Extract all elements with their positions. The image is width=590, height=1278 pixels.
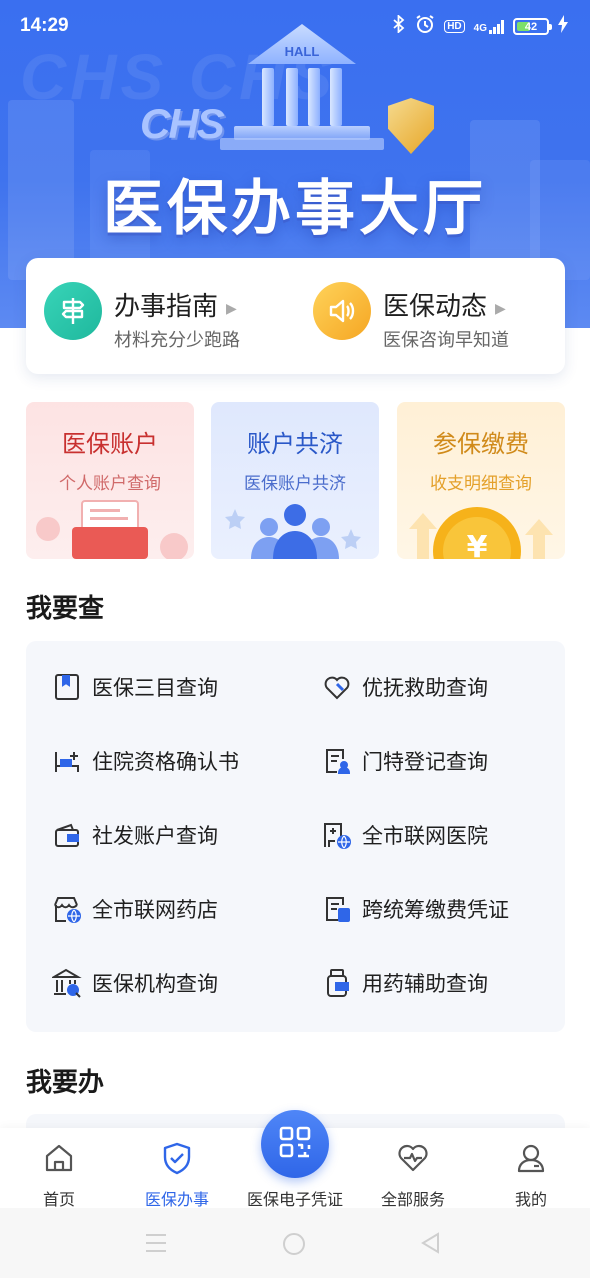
back-key-icon[interactable] <box>420 1232 440 1259</box>
tab-label: 全部服务 <box>380 1192 445 1209</box>
speaker-icon <box>313 282 371 340</box>
heart-pulse-icon <box>358 1138 468 1178</box>
wallet-card-illustration <box>36 500 188 559</box>
chevron-right-icon: ▶ <box>495 299 506 316</box>
hospital-bed-icon <box>52 746 82 776</box>
tab-home[interactable]: 首页 <box>4 1138 114 1210</box>
charging-icon <box>558 15 568 38</box>
feature-card-account[interactable]: 医保账户 个人账户查询 <box>26 402 194 559</box>
wallet-icon <box>52 820 82 850</box>
institution-search-icon <box>52 968 82 998</box>
tab-medical-affairs[interactable]: 医保办事 <box>122 1138 232 1210</box>
news-entry[interactable]: 医保动态 ▶ 医保咨询早知道 <box>313 282 563 352</box>
query-item-social-account[interactable]: 社发账户查询 <box>52 818 218 852</box>
feature-card-mutual[interactable]: 账户共济 医保账户共济 <box>211 402 379 559</box>
hd-badge: HD <box>444 20 465 33</box>
payment-voucher-icon <box>322 894 352 924</box>
chs-logo: CHS <box>140 100 225 147</box>
shield-icon <box>388 98 434 154</box>
alarm-icon <box>415 14 435 39</box>
chevron-right-icon: ▶ <box>226 299 237 316</box>
shield-check-icon <box>122 1138 232 1178</box>
pharmacy-network-icon <box>52 894 82 924</box>
feature-title: 医保账户 <box>62 431 158 458</box>
feature-subtitle: 个人账户查询 <box>59 474 161 493</box>
news-subtitle: 医保咨询早知道 <box>383 330 509 350</box>
tab-e-voucher[interactable] <box>261 1110 329 1178</box>
query-item-three-catalog[interactable]: 医保三目查询 <box>52 670 218 704</box>
query-item-medication[interactable]: 用药辅助查询 <box>322 966 488 1000</box>
query-panel: 医保三目查询 优抚救助查询 住院资格确认书 门特登记查询 社发账户查询 全市联网… <box>26 641 565 1032</box>
guide-entry[interactable]: 办事指南 ▶ 材料充分少跑路 <box>44 282 294 352</box>
query-item-institution[interactable]: 医保机构查询 <box>52 966 218 1000</box>
query-item-cross-voucher[interactable]: 跨统筹缴费凭证 <box>322 892 509 926</box>
bookmark-doc-icon <box>52 672 82 702</box>
do-section-title: 我要办 <box>26 1067 105 1097</box>
network-type: 4G <box>473 22 487 34</box>
battery-level: 42 <box>524 20 538 33</box>
tab-all-services[interactable]: 全部服务 <box>358 1138 468 1210</box>
query-item-network-hospital[interactable]: 全市联网医院 <box>322 818 488 852</box>
query-section-title: 我要查 <box>26 593 105 623</box>
news-title: 医保动态 <box>383 291 488 321</box>
hospital-network-icon <box>322 820 352 850</box>
home-icon <box>4 1138 114 1178</box>
guide-subtitle: 材料充分少跑路 <box>114 330 240 350</box>
feature-card-payment[interactable]: 参保缴费 收支明细查询 ¥ <box>397 402 565 559</box>
tab-mine[interactable]: 我的 <box>476 1138 586 1210</box>
register-doc-icon <box>322 746 352 776</box>
feature-title: 参保缴费 <box>433 431 529 458</box>
signal-icon: 4G <box>473 19 504 34</box>
tab-label: 首页 <box>42 1192 75 1209</box>
feature-title: 账户共济 <box>247 431 343 458</box>
coin-illustration: ¥ <box>409 507 553 559</box>
query-item-outpatient[interactable]: 门特登记查询 <box>322 744 488 778</box>
hero-title: 医保办事大厅 <box>103 175 487 242</box>
query-item-network-pharmacy[interactable]: 全市联网药店 <box>52 892 218 926</box>
heart-hand-icon <box>322 672 352 702</box>
tab-label: 医保办事 <box>144 1192 209 1209</box>
bluetooth-icon <box>392 13 406 38</box>
svg-text:¥: ¥ <box>467 530 488 559</box>
system-nav-bar <box>0 1208 590 1278</box>
guide-title: 办事指南 <box>114 291 219 321</box>
quick-access-card: 办事指南 ▶ 材料充分少跑路 医保动态 ▶ 医保咨询早知道 <box>26 258 565 374</box>
home-key-icon[interactable] <box>282 1232 306 1261</box>
menu-key-icon[interactable] <box>144 1232 168 1259</box>
tab-e-voucher-label: 医保电子凭证 <box>246 1192 343 1209</box>
feature-subtitle: 收支明细查询 <box>430 474 532 493</box>
query-item-inpatient[interactable]: 住院资格确认书 <box>52 744 239 778</box>
battery-icon: 42 <box>513 18 552 35</box>
feature-subtitle: 医保账户共济 <box>244 474 346 493</box>
medicine-bottle-icon <box>322 968 352 998</box>
qr-code-icon <box>277 1124 313 1165</box>
query-item-relief[interactable]: 优抚救助查询 <box>322 670 488 704</box>
status-time: 14:29 <box>20 15 69 36</box>
status-bar: 14:29 HD 4G 42 <box>0 0 590 52</box>
signpost-icon <box>44 282 102 340</box>
tab-label: 我的 <box>514 1192 547 1209</box>
people-group-illustration <box>225 504 361 559</box>
user-icon <box>476 1138 586 1178</box>
